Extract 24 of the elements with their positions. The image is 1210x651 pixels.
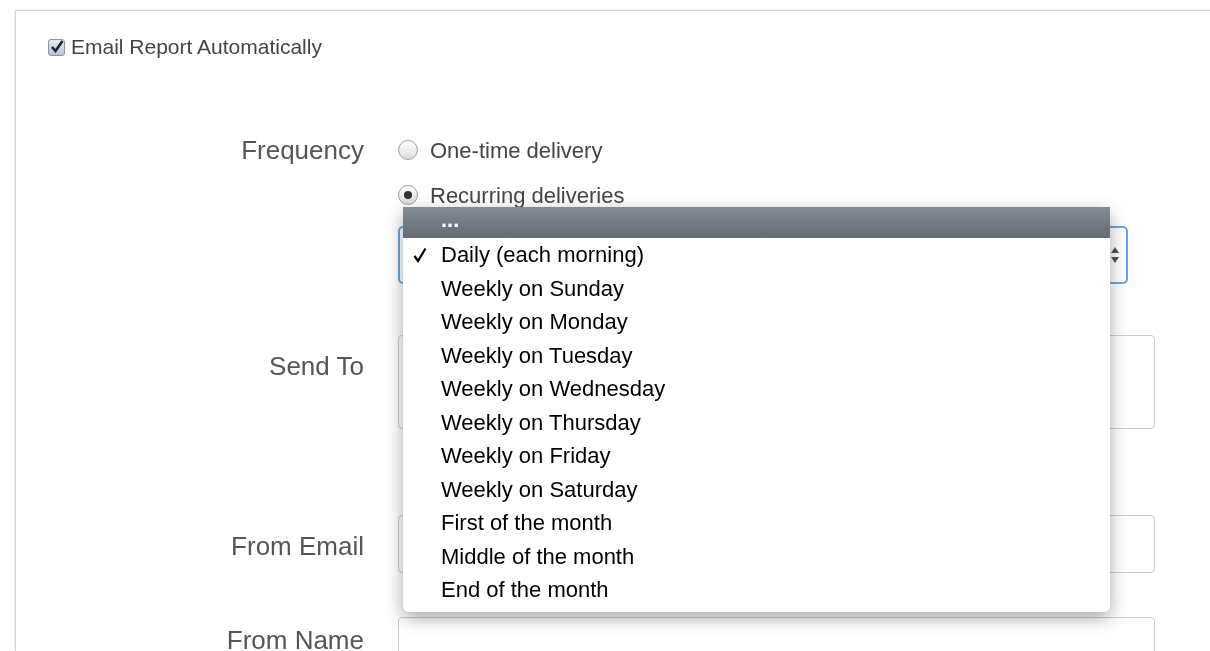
radio-button[interactable] (398, 140, 418, 160)
checkbox[interactable] (48, 38, 65, 56)
menu-item[interactable]: Weekly on Wednesday (403, 372, 1110, 406)
menu-item[interactable]: Daily (each morning) (403, 238, 1110, 272)
radio-button[interactable] (398, 185, 418, 205)
menu-header: ... (403, 207, 1110, 238)
field-label: From Name (226, 624, 364, 651)
up-down-arrows-icon (1110, 246, 1120, 264)
field-label: From Email (231, 530, 364, 563)
menu-item[interactable]: Weekly on Sunday (403, 271, 1110, 305)
menu-item[interactable]: Weekly on Saturday (403, 472, 1110, 506)
checkmark-icon (49, 40, 64, 54)
menu-item[interactable]: Weekly on Friday (403, 439, 1110, 473)
radio-label: Recurring deliveries (430, 181, 625, 210)
radio-label: One-time delivery (430, 136, 603, 165)
menu-item[interactable]: End of the month (403, 573, 1110, 607)
checkbox-label: Email Report Automatically (71, 34, 322, 61)
field-label: Frequency (241, 136, 364, 167)
menu-item[interactable]: Weekly on Tuesday (403, 338, 1110, 372)
menu-item[interactable]: Weekly on Thursday (403, 405, 1110, 439)
menu-item[interactable]: First of the month (403, 506, 1110, 540)
menu-item[interactable]: Weekly on Monday (403, 305, 1110, 339)
menu-item[interactable]: Middle of the month (403, 539, 1110, 573)
field-label: Send To (269, 350, 364, 383)
